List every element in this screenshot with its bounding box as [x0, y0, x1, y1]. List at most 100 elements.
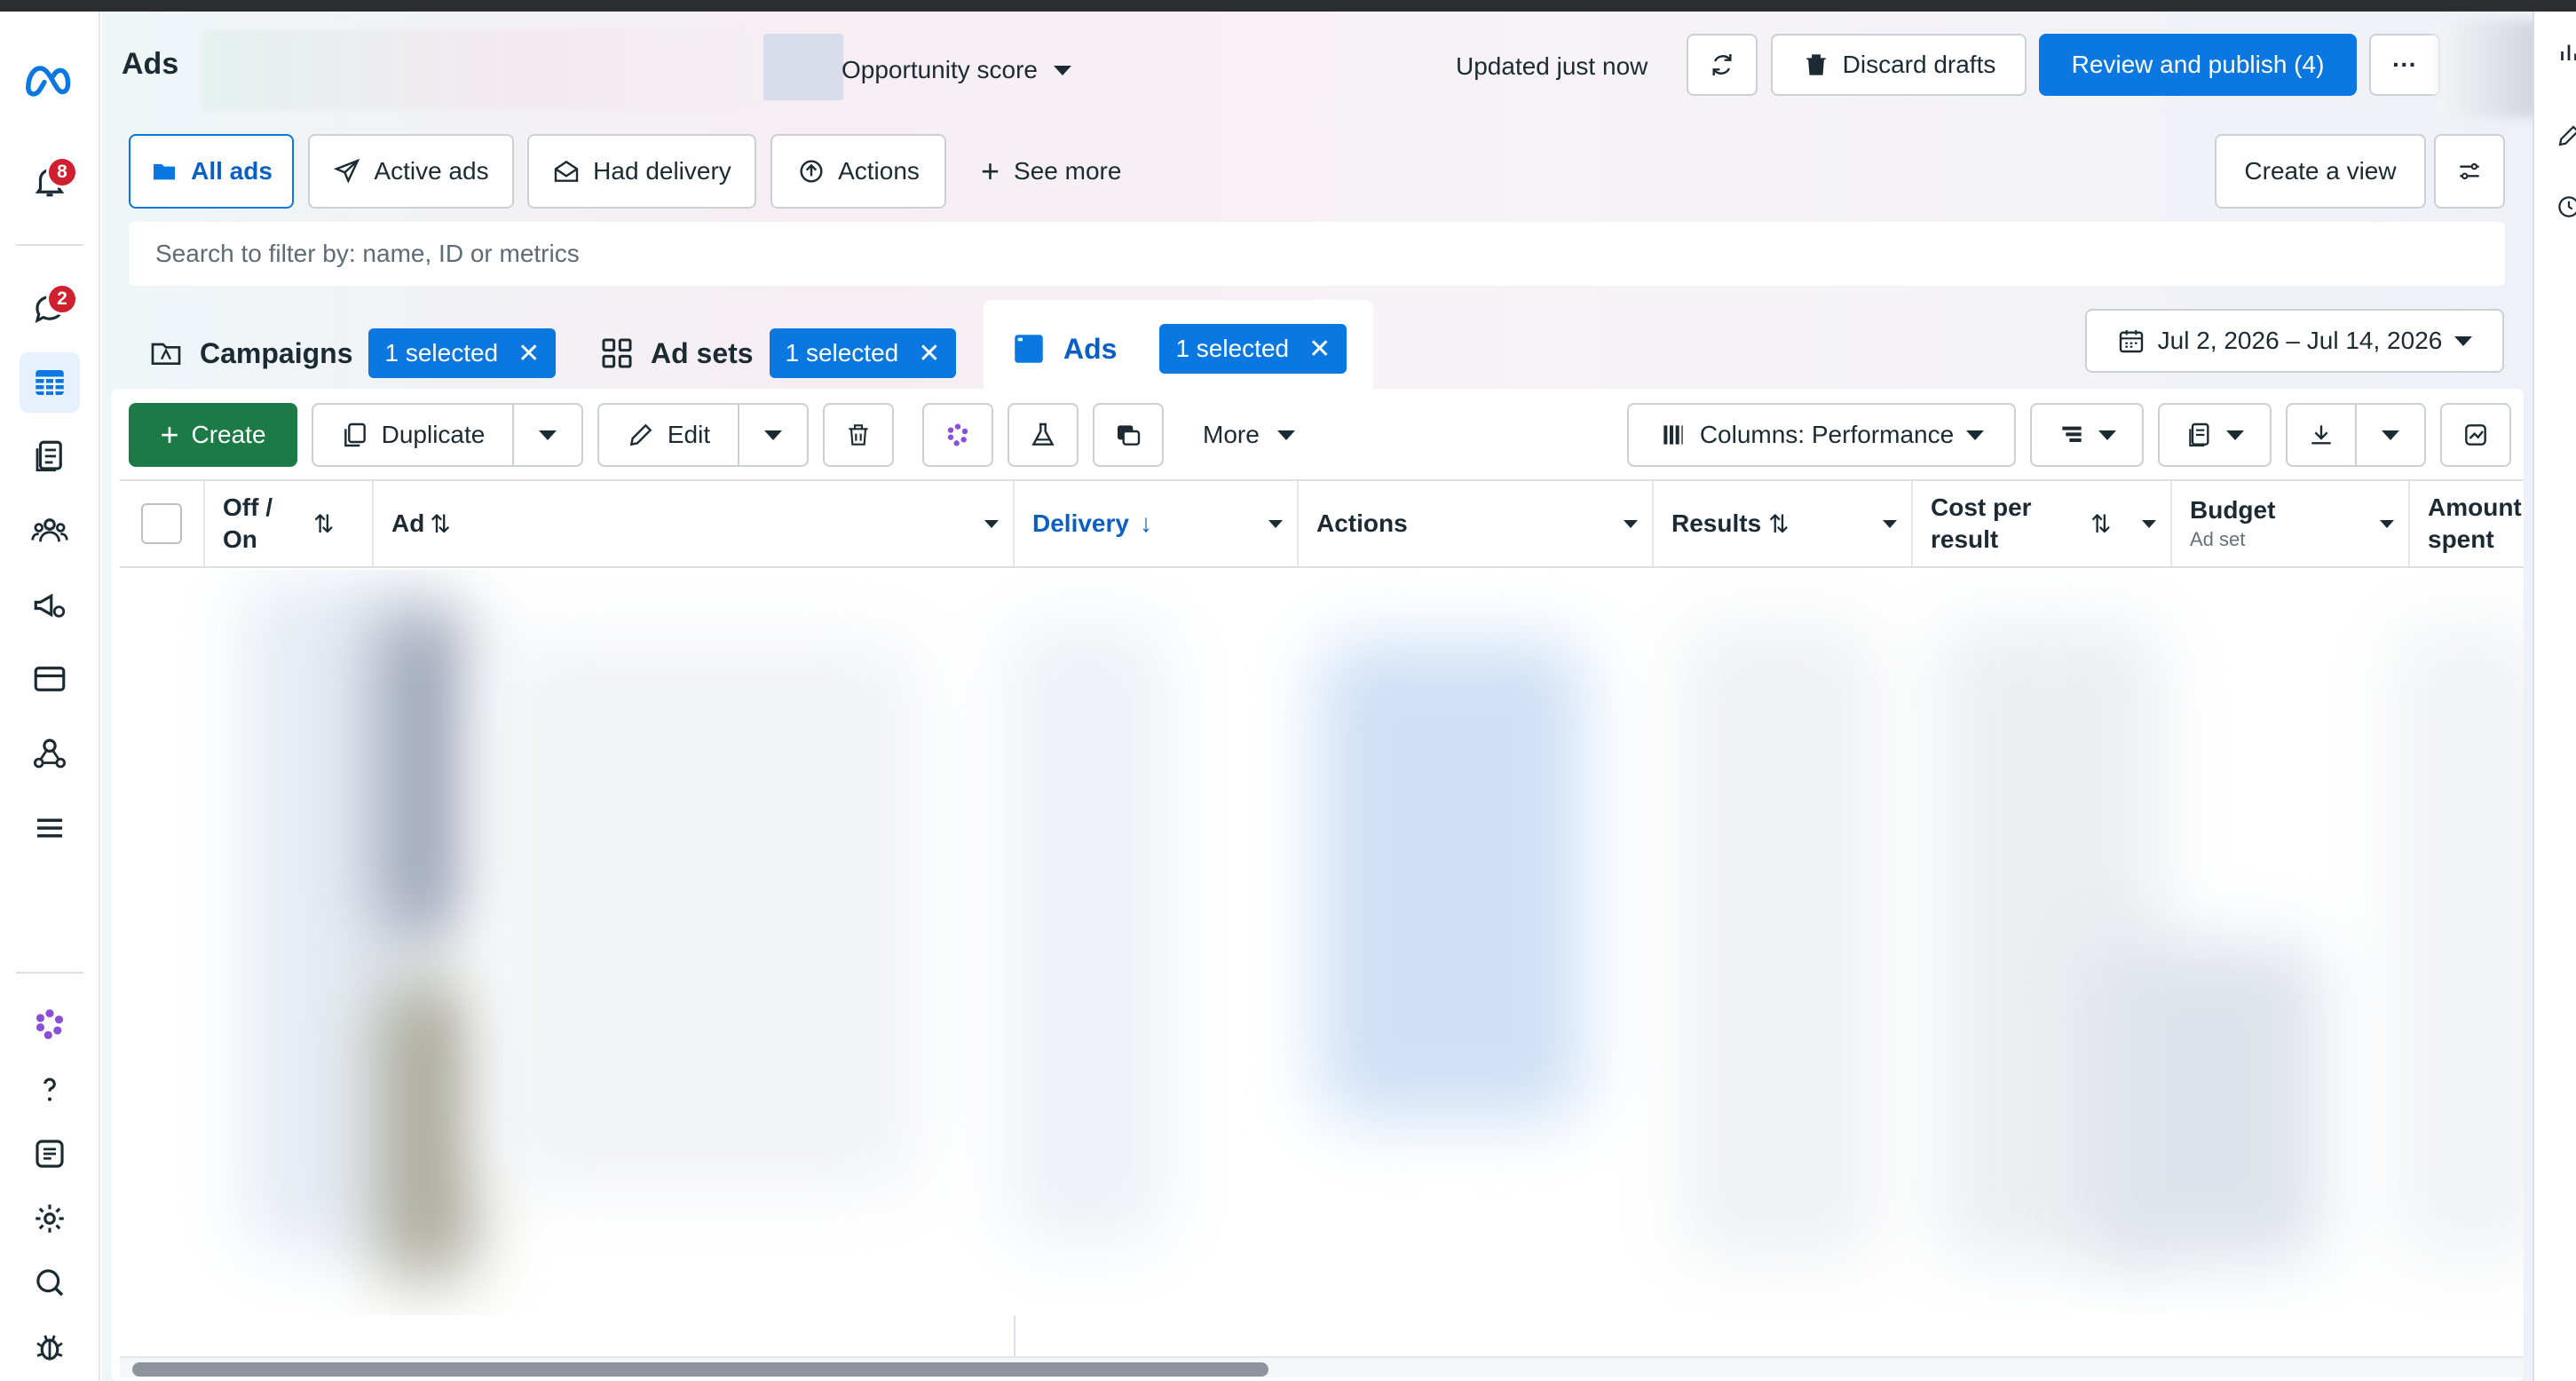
view-charts-button[interactable]	[2440, 403, 2511, 467]
pencil-icon[interactable]	[2556, 122, 2576, 149]
billing-card-icon[interactable]	[20, 649, 80, 709]
export-button[interactable]	[2286, 403, 2357, 467]
opportunity-score-label: Opportunity score	[842, 56, 1038, 83]
see-more-views-button[interactable]: + See more	[981, 152, 1121, 191]
account-selector-blurred[interactable]	[201, 29, 752, 111]
horizontal-scrollbar[interactable]	[120, 1356, 2524, 1377]
refresh-button[interactable]	[1687, 34, 1758, 96]
campaign-settings-megaphone-icon[interactable]	[20, 575, 80, 635]
breakdown-dropdown[interactable]	[2030, 403, 2144, 467]
updated-status: Updated just now	[1456, 52, 1648, 80]
campaigns-selected-chip[interactable]: 1 selected ✕	[368, 328, 557, 378]
meta-logo-icon[interactable]	[20, 49, 80, 109]
view-had-delivery[interactable]: Had delivery	[527, 134, 756, 209]
chevron-down-icon[interactable]	[1268, 520, 1283, 528]
blurred-content	[1318, 641, 1584, 1120]
view-active-ads[interactable]: Active ads	[308, 134, 514, 209]
column-amount-spent[interactable]: Amount spent	[2410, 481, 2524, 566]
column-budget[interactable]: Budget Ad set	[2172, 481, 2410, 566]
opportunity-score-dropdown[interactable]: Opportunity score	[842, 56, 1071, 84]
search-filter-input[interactable]: Search to filter by: name, ID or metrics	[129, 222, 2505, 286]
reports-icon[interactable]	[20, 426, 80, 486]
review-and-publish-label: Review and publish (4)	[2071, 51, 2325, 78]
history-clock-icon[interactable]	[2556, 193, 2576, 220]
view-settings-button[interactable]	[2434, 134, 2505, 209]
review-and-publish-button[interactable]: Review and publish (4)	[2039, 34, 2357, 96]
date-range-picker[interactable]: Jul 2, 2026 – Jul 14, 2026	[2085, 309, 2504, 373]
edit-dropdown-button[interactable]	[738, 403, 809, 467]
tab-ads[interactable]: Ads 1 selected ✕	[984, 300, 1374, 398]
column-off-on[interactable]: Off / On ⇅	[205, 481, 374, 566]
tab-ad-sets[interactable]: Ad sets 1 selected ✕	[599, 309, 957, 398]
sort-icon[interactable]: ⇅	[2090, 509, 2111, 539]
chevron-down-icon[interactable]	[984, 520, 999, 528]
horizontal-scrollbar-thumb[interactable]	[132, 1362, 1268, 1377]
messages-icon[interactable]: 2	[20, 278, 80, 338]
plus-icon: +	[160, 416, 179, 453]
trash-icon	[1806, 54, 1826, 75]
close-icon[interactable]: ✕	[918, 338, 940, 369]
settings-gear-icon[interactable]	[20, 1188, 80, 1249]
create-a-view-button[interactable]: Create a view	[2215, 134, 2426, 209]
duplicate-dropdown-button[interactable]	[512, 403, 583, 467]
edit-button[interactable]: Edit	[597, 403, 739, 467]
notifications-bell-icon[interactable]: 8	[20, 151, 80, 211]
bar-chart-icon[interactable]	[2556, 38, 2576, 65]
chevron-down-icon[interactable]	[2142, 520, 2156, 528]
help-question-icon[interactable]	[20, 1060, 80, 1120]
ads-manager-main: Ads Opportunity score Updated just now D…	[102, 12, 2543, 1381]
report-bug-icon[interactable]	[20, 1316, 80, 1377]
more-options-button[interactable]: ···	[2369, 34, 2440, 96]
audiences-icon[interactable]	[20, 501, 80, 561]
column-delivery[interactable]: Delivery ↓	[1015, 481, 1299, 566]
chevron-down-icon[interactable]	[1624, 520, 1638, 528]
sort-descending-icon[interactable]: ↓	[1140, 509, 1152, 538]
chevron-down-icon[interactable]	[2380, 520, 2394, 528]
chevron-down-icon	[2454, 335, 2473, 346]
meta-ai-button[interactable]	[922, 403, 993, 467]
more-actions-button[interactable]: More	[1203, 403, 1295, 467]
delete-button[interactable]	[823, 403, 894, 467]
chevron-down-icon	[2382, 430, 2399, 440]
all-tools-menu-icon[interactable]	[20, 798, 80, 858]
chevron-down-icon[interactable]	[1883, 520, 1897, 528]
page-title: Ads	[122, 47, 179, 81]
sort-icon[interactable]: ⇅	[313, 509, 334, 539]
discard-drafts-button[interactable]: Discard drafts	[1771, 34, 2027, 96]
campaigns-selected-count: 1 selected	[384, 339, 499, 367]
campaign-folder-icon	[151, 343, 181, 365]
events-manager-icon[interactable]	[20, 723, 80, 784]
close-icon[interactable]: ✕	[518, 338, 540, 369]
preview-ads-button[interactable]	[1093, 403, 1164, 467]
columns-icon	[1663, 425, 1683, 445]
ad-sets-selected-chip[interactable]: 1 selected ✕	[769, 328, 957, 378]
sort-icon[interactable]: ⇅	[430, 509, 450, 539]
meta-ai-icon[interactable]	[20, 994, 80, 1054]
tab-campaigns[interactable]: Campaigns 1 selected ✕	[148, 309, 557, 398]
sort-icon[interactable]: ⇅	[1768, 509, 1789, 539]
messages-badge: 2	[46, 283, 78, 315]
ads-manager-table-icon[interactable]	[20, 352, 80, 413]
view-actions[interactable]: Actions	[770, 134, 946, 209]
more-options-icon: ···	[2392, 51, 2417, 78]
reports-dropdown[interactable]	[2158, 403, 2272, 467]
ads-selected-chip[interactable]: 1 selected ✕	[1159, 324, 1347, 374]
view-all-ads[interactable]: All ads	[129, 134, 294, 209]
select-all-checkbox[interactable]	[141, 503, 182, 544]
column-results[interactable]: Results ⇅	[1654, 481, 1913, 566]
column-ad[interactable]: Ad ⇅	[374, 481, 1015, 566]
column-actions[interactable]: Actions	[1299, 481, 1654, 566]
account-avatar-blurred	[763, 34, 843, 100]
ab-test-button[interactable]	[1007, 403, 1079, 467]
news-feed-icon[interactable]	[20, 1124, 80, 1184]
export-dropdown-button[interactable]	[2355, 403, 2426, 467]
columns-dropdown[interactable]: Columns: Performance	[1627, 403, 2016, 467]
duplicate-button[interactable]: Duplicate	[312, 403, 514, 467]
search-icon[interactable]	[20, 1252, 80, 1313]
meta-ai-icon	[947, 423, 968, 446]
close-icon[interactable]: ✕	[1308, 334, 1331, 365]
right-side-panel	[2533, 12, 2576, 1381]
column-ad-label: Ad	[391, 509, 425, 537]
create-button[interactable]: + Create	[129, 403, 297, 467]
column-cost-per-result[interactable]: Cost per result ⇅	[1913, 481, 2172, 566]
